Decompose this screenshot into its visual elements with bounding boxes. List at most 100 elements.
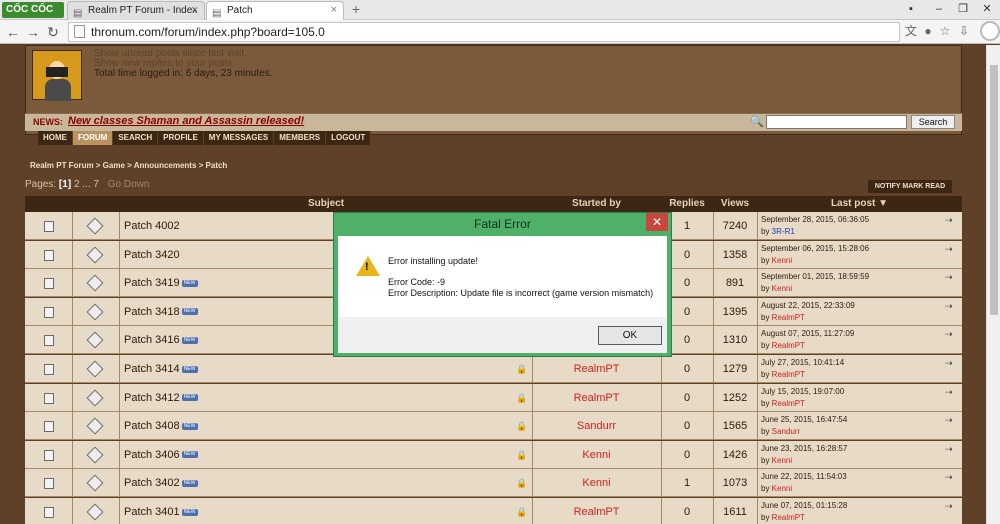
topic-subject[interactable]: Patch 3408 NEW [124, 420, 198, 432]
last-post-link-icon[interactable]: ⇢ [945, 387, 953, 398]
topic-subject[interactable]: Patch 3402 NEW [124, 477, 198, 489]
close-icon[interactable]: × [192, 2, 198, 19]
topic-subject[interactable]: Patch 3401 NEW [124, 506, 198, 518]
last-post-author[interactable]: Sandurr [772, 427, 800, 436]
ok-button[interactable]: OK [598, 326, 662, 345]
maximize-icon[interactable]: ❐ [950, 0, 976, 18]
topic-starter[interactable]: RealmPT [532, 506, 661, 518]
browser-menu-button[interactable] [980, 21, 1000, 41]
notify-mark-read-buttons[interactable]: NOTIFY MARK READ [868, 180, 952, 193]
menu-profile[interactable]: PROFILE [158, 131, 204, 145]
last-post-author[interactable]: Kenni [772, 284, 792, 293]
topic-subject[interactable]: Patch 3418 NEW [124, 306, 198, 318]
topic-title-link[interactable]: Patch 3419 [124, 277, 180, 289]
topic-title-link[interactable]: Patch 3416 [124, 334, 180, 346]
last-post-author[interactable]: Kenni [772, 484, 792, 493]
user-icon[interactable]: ▪ [898, 0, 924, 18]
last-post-author[interactable]: RealmPT [772, 370, 805, 379]
last-post-author[interactable]: RealmPT [772, 513, 805, 522]
last-post-link-icon[interactable]: ⇢ [945, 272, 953, 283]
last-post-link-icon[interactable]: ⇢ [945, 444, 953, 455]
topic-icon [44, 335, 54, 347]
last-post-date: July 15, 2015, 19:07:00 [761, 386, 845, 396]
topic-title-link[interactable]: Patch 3402 [124, 477, 180, 489]
new-tab-icon[interactable]: + [348, 1, 364, 17]
star-icon[interactable]: ☆ [937, 23, 953, 39]
last-post-link-icon[interactable]: ⇢ [945, 501, 953, 512]
topic-starter[interactable]: Sandurr [532, 420, 661, 432]
page-links[interactable]: 2 ... 7 [74, 179, 99, 190]
topic-subject[interactable]: Patch 3416 NEW [124, 334, 198, 346]
last-post-link-icon[interactable]: ⇢ [945, 415, 953, 426]
col-replies[interactable]: Replies [661, 198, 713, 209]
menu-my-messages[interactable]: MY MESSAGES [203, 131, 275, 145]
topic-title-link[interactable]: Patch 3420 [124, 249, 180, 261]
url-input[interactable]: thronum.com/forum/index.php?board=105.0 [68, 22, 900, 42]
last-post-author[interactable]: 3R-R1 [772, 227, 795, 236]
scrollbar-thumb[interactable] [990, 65, 998, 315]
topic-starter[interactable]: Kenni [532, 477, 661, 489]
menu-forum[interactable]: FORUM [73, 131, 114, 145]
menu-logout[interactable]: LOGOUT [326, 131, 372, 145]
tab-forum-index[interactable]: ▤ Realm PT Forum - Index × [67, 1, 205, 20]
topic-title-link[interactable]: Patch 3406 [124, 449, 180, 461]
go-down-link[interactable]: Go Down [108, 179, 150, 190]
last-post-author[interactable]: Kenni [772, 256, 792, 265]
scrollbar[interactable] [986, 45, 1000, 524]
forward-icon[interactable]: → [24, 23, 42, 41]
last-post-author[interactable]: RealmPT [772, 341, 805, 350]
tab-patch[interactable]: ▤ Patch × [206, 1, 344, 20]
topic-subject[interactable]: Patch 3406 NEW [124, 449, 198, 461]
col-started-by[interactable]: Started by [532, 198, 661, 209]
col-views[interactable]: Views [713, 198, 757, 209]
topic-starter[interactable]: Kenni [532, 449, 661, 461]
last-post-link-icon[interactable]: ⇢ [945, 244, 953, 255]
android-icon[interactable]: ● [920, 23, 936, 39]
last-post-link-icon[interactable]: ⇢ [945, 358, 953, 369]
topic-subject[interactable]: Patch 3419 NEW [124, 277, 198, 289]
menu-home[interactable]: HOME [38, 131, 73, 145]
search-input[interactable] [766, 115, 907, 129]
topic-title-link[interactable]: Patch 3401 [124, 506, 180, 518]
topic-starter[interactable]: RealmPT [532, 363, 661, 375]
topic-starter[interactable]: RealmPT [532, 392, 661, 404]
breadcrumb[interactable]: Realm PT Forum > Game > Announcements > … [30, 161, 227, 170]
topic-title-link[interactable]: Patch 3418 [124, 306, 180, 318]
menu-search[interactable]: SEARCH [113, 131, 159, 145]
col-last-post[interactable]: Last post ▼ [757, 198, 962, 209]
cell-divider [757, 240, 758, 269]
last-post-link-icon[interactable]: ⇢ [945, 215, 953, 226]
tab-label: Realm PT Forum - Index [88, 5, 198, 16]
topic-subject[interactable]: Patch 3420 [124, 249, 180, 261]
view-count: 1073 [722, 477, 748, 490]
view-count: 891 [725, 277, 745, 290]
last-post-author[interactable]: Kenni [772, 456, 792, 465]
menu-members[interactable]: MEMBERS [274, 131, 327, 145]
last-post-link-icon[interactable]: ⇢ [945, 329, 953, 340]
minimize-icon[interactable]: – [926, 0, 952, 18]
download-icon[interactable]: ⇩ [956, 23, 972, 39]
close-window-icon[interactable]: ✕ [974, 0, 1000, 18]
last-post-link-icon[interactable]: ⇢ [945, 301, 953, 312]
topic-subject[interactable]: Patch 3412 NEW [124, 392, 198, 404]
topic-title-link[interactable]: Patch 3412 [124, 392, 180, 404]
last-post-date: September 06, 2015, 15:28:06 [761, 243, 870, 253]
topic-title-link[interactable]: Patch 3414 [124, 363, 180, 375]
topic-title-link[interactable]: Patch 3408 [124, 420, 180, 432]
dialog-close-button[interactable]: ✕ [646, 213, 668, 231]
view-count: 1310 [722, 334, 748, 347]
back-icon[interactable]: ← [4, 23, 22, 41]
close-icon[interactable]: × [331, 2, 337, 19]
last-post-author[interactable]: RealmPT [772, 399, 805, 408]
last-post-author[interactable]: RealmPT [772, 313, 805, 322]
search-button[interactable]: Search [911, 115, 955, 129]
news-link[interactable]: New classes Shaman and Assassin released… [68, 115, 304, 127]
last-post-link-icon[interactable]: ⇢ [945, 472, 953, 483]
topic-subject[interactable]: Patch 4002 [124, 220, 180, 232]
reload-icon[interactable]: ↻ [44, 23, 62, 41]
topic-subject[interactable]: Patch 3414 NEW [124, 363, 198, 375]
col-subject[interactable]: Subject [121, 198, 531, 209]
topic-title-link[interactable]: Patch 4002 [124, 220, 180, 232]
translate-icon[interactable]: 文 [903, 23, 919, 39]
browser-logo[interactable]: CỐC CỐC [2, 2, 64, 18]
